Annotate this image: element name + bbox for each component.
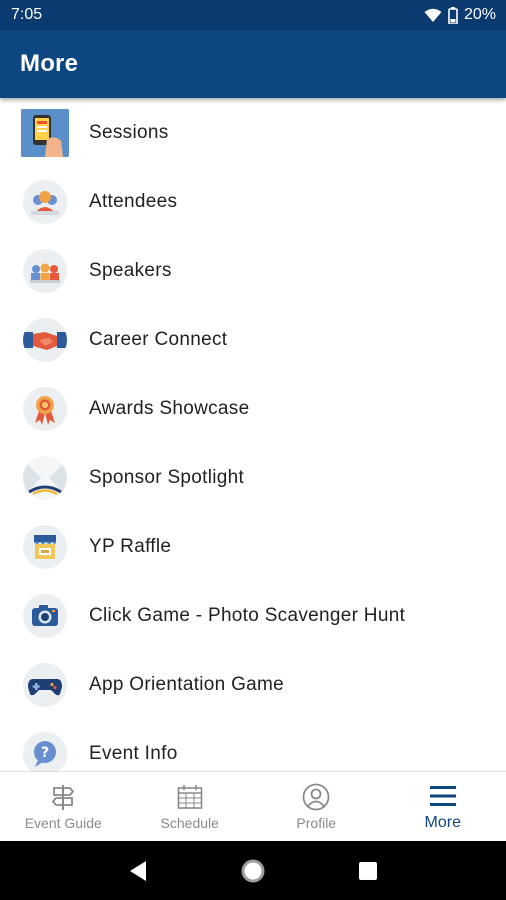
status-time: 7:05	[11, 6, 43, 23]
gamepad-icon	[23, 662, 67, 707]
attendees-icon	[23, 179, 67, 224]
app-bar: More	[0, 30, 506, 98]
menu-item-label: Sessions	[89, 121, 169, 143]
bottom-navigation: Event Guide Schedule Profile More	[0, 771, 506, 841]
speakers-icon	[23, 248, 67, 293]
hamburger-menu-icon	[429, 781, 456, 811]
menu-item-attendees[interactable]: Attendees	[0, 167, 506, 236]
menu-item-label: App Orientation Game	[89, 673, 285, 695]
tab-label: Profile	[296, 815, 337, 831]
signpost-icon	[50, 782, 76, 812]
tab-more[interactable]: More	[380, 772, 506, 841]
page-title: More	[20, 50, 79, 77]
home-icon[interactable]	[233, 851, 273, 891]
tab-label: More	[424, 814, 461, 831]
menu-item-app-orientation-game[interactable]: App Orientation Game	[0, 650, 506, 719]
system-navigation-bar	[0, 841, 506, 900]
tab-schedule[interactable]: Schedule	[127, 772, 254, 841]
more-menu-list: Sessions Attendees Speakers Career Conne…	[0, 98, 506, 771]
status-bar: 7:05 20%	[0, 0, 506, 30]
camera-icon	[23, 593, 67, 638]
menu-item-career-connect[interactable]: Career Connect	[0, 305, 506, 374]
battery-icon	[448, 6, 458, 24]
award-ribbon-icon	[23, 386, 67, 431]
raffle-booth-icon	[23, 524, 67, 569]
profile-icon	[302, 782, 330, 812]
menu-item-photo-scavenger-hunt[interactable]: Click Game - Photo Scavenger Hunt	[0, 581, 506, 650]
menu-item-label: Career Connect	[89, 328, 228, 350]
tab-event-guide[interactable]: Event Guide	[0, 772, 127, 841]
tab-label: Event Guide	[24, 815, 102, 831]
status-icons: 20%	[424, 6, 496, 24]
menu-item-label: Speakers	[89, 259, 172, 281]
calendar-icon	[177, 782, 203, 812]
back-icon[interactable]	[118, 851, 158, 891]
menu-item-label: Awards Showcase	[89, 397, 250, 419]
menu-item-event-info[interactable]: ? Event Info	[0, 719, 506, 771]
wifi-icon	[424, 8, 442, 23]
svg-text:?: ?	[41, 745, 49, 761]
handshake-icon	[23, 317, 67, 362]
spotlight-icon	[23, 455, 67, 500]
menu-item-awards-showcase[interactable]: Awards Showcase	[0, 374, 506, 443]
tab-label: Schedule	[160, 815, 219, 831]
menu-item-sessions[interactable]: Sessions	[0, 98, 506, 167]
menu-item-label: Event Info	[89, 742, 178, 764]
sessions-phone-icon	[21, 108, 69, 157]
question-bubble-icon: ?	[23, 731, 67, 771]
menu-item-label: Click Game - Photo Scavenger Hunt	[89, 604, 406, 626]
menu-item-speakers[interactable]: Speakers	[0, 236, 506, 305]
menu-item-label: YP Raffle	[89, 535, 172, 557]
menu-item-label: Attendees	[89, 190, 178, 212]
tab-profile[interactable]: Profile	[253, 772, 380, 841]
menu-item-label: Sponsor Spotlight	[89, 466, 245, 488]
menu-item-sponsor-spotlight[interactable]: Sponsor Spotlight	[0, 443, 506, 512]
menu-item-yp-raffle[interactable]: YP Raffle	[0, 512, 506, 581]
battery-percent: 20%	[463, 6, 496, 23]
recents-icon[interactable]	[348, 851, 388, 891]
